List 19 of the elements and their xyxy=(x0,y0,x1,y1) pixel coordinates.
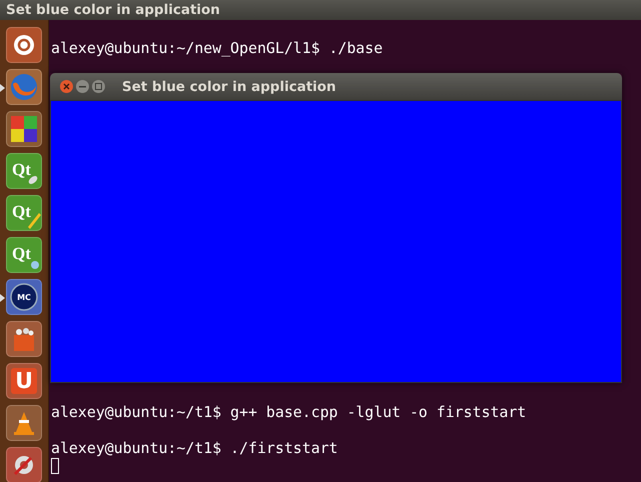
qt-icon[interactable]: Qt xyxy=(6,153,42,189)
mc-icon[interactable]: MC xyxy=(6,279,42,315)
window-title: Set blue color in application xyxy=(6,2,220,18)
cone-icon[interactable] xyxy=(6,405,42,441)
qt-icon[interactable]: Qt xyxy=(6,237,42,273)
maximize-button[interactable] xyxy=(92,80,105,93)
cube-icon[interactable] xyxy=(6,111,42,147)
minimize-icon xyxy=(79,86,86,88)
window-title: Set blue color in application xyxy=(122,78,336,94)
terminal-line: alexey@ubuntu:~/t1$ g++ base.cpp -lglut -o firststart xyxy=(51,403,528,421)
box-icon[interactable] xyxy=(6,321,42,357)
close-button[interactable] xyxy=(60,80,73,93)
close-icon xyxy=(63,83,70,90)
qt-icon[interactable]: Qt xyxy=(6,195,42,231)
letter-icon[interactable]: U xyxy=(6,363,42,399)
minimize-button[interactable] xyxy=(76,80,89,93)
maximize-icon xyxy=(95,83,102,90)
terminal-line: alexey@ubuntu:~/new_OpenGL/l1$ ./base xyxy=(51,39,384,57)
terminal-line: alexey@ubuntu:~/t1$ ./firststart xyxy=(51,439,339,457)
